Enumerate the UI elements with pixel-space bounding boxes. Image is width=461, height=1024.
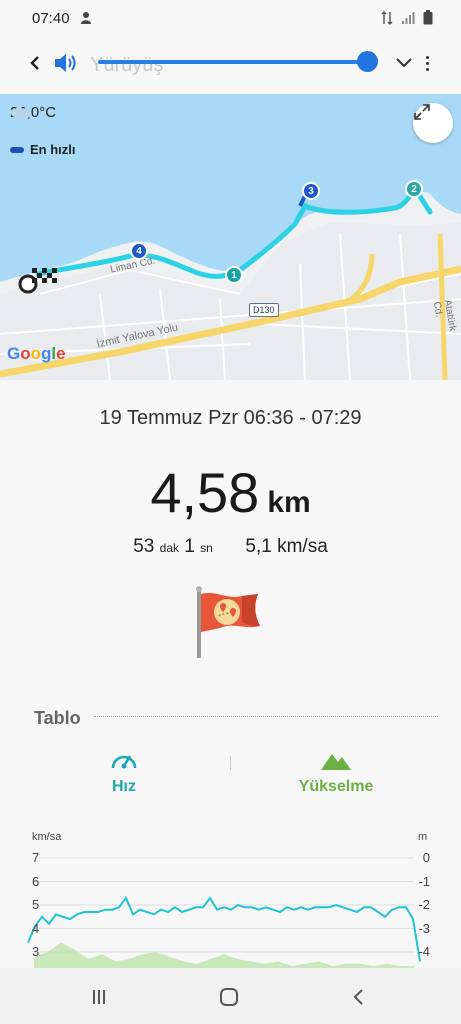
volume-slider-track[interactable] bbox=[98, 60, 370, 64]
notification-icon bbox=[81, 12, 91, 24]
sub-stats: 53 dak 1 sn 5,1 km/sa bbox=[0, 536, 461, 558]
back-arrow-icon bbox=[30, 56, 39, 70]
legend-label: En hızlı bbox=[30, 142, 76, 157]
right-tick-label: -3 bbox=[418, 920, 430, 936]
duration-seconds-unit: sn bbox=[200, 541, 213, 555]
more-options-button[interactable] bbox=[420, 50, 434, 76]
table-section-title: Tablo bbox=[34, 708, 81, 728]
right-tick-label: -4 bbox=[418, 944, 430, 959]
weather-info: 23,0°C bbox=[10, 104, 56, 121]
home-button[interactable] bbox=[216, 984, 242, 1010]
duration-minutes: 53 bbox=[133, 536, 155, 557]
volume-button[interactable] bbox=[52, 50, 78, 76]
left-tick-label: 4 bbox=[32, 920, 40, 936]
map-expand-button[interactable] bbox=[413, 103, 453, 143]
tab-speed[interactable]: Hız bbox=[34, 748, 214, 796]
google-attribution: Google bbox=[7, 344, 66, 363]
route-map[interactable]: 23,0°C En hızlı Liman Cd. İzmit Yalova Y… bbox=[0, 94, 461, 380]
legend-swatch bbox=[10, 146, 24, 153]
distance-display: 4,58 km bbox=[0, 460, 461, 525]
right-tick-label: 0 bbox=[422, 850, 430, 865]
status-bar: 07:40 bbox=[0, 0, 461, 38]
tab-elevation[interactable]: Yükselme bbox=[246, 748, 426, 796]
duration-minutes-unit: dak bbox=[159, 541, 179, 555]
route-marker[interactable]: 3 bbox=[302, 182, 320, 200]
volume-icon bbox=[55, 54, 76, 72]
recent-apps-icon bbox=[93, 990, 105, 1004]
speedometer-icon bbox=[111, 755, 137, 769]
nav-back-icon bbox=[353, 989, 363, 1005]
tab-label: Hız bbox=[112, 778, 136, 795]
battery-icon bbox=[423, 10, 433, 25]
chart-plot bbox=[27, 857, 421, 970]
finish-flag-icon bbox=[18, 268, 57, 294]
average-speed: 5,1 km/sa bbox=[245, 536, 328, 557]
tab-separator bbox=[230, 756, 231, 770]
app-header: Yürüyüş bbox=[0, 38, 461, 90]
home-icon bbox=[220, 988, 238, 1006]
right-tick-label: -1 bbox=[418, 873, 430, 889]
route-flag-icon[interactable] bbox=[192, 586, 268, 660]
chevron-down-icon bbox=[396, 58, 412, 68]
tab-label: Yükselme bbox=[298, 778, 374, 795]
road-badge: D130 bbox=[249, 303, 279, 317]
map-legend: En hızlı bbox=[10, 142, 76, 157]
system-nav-bar bbox=[0, 968, 461, 1024]
cloud-icon bbox=[12, 106, 32, 117]
route-marker[interactable]: 4 bbox=[130, 242, 148, 260]
status-time: 07:40 bbox=[32, 10, 70, 27]
volume-slider-thumb[interactable] bbox=[357, 51, 378, 72]
back-button[interactable] bbox=[22, 50, 48, 76]
mountain-icon bbox=[321, 754, 351, 770]
chart-tabs: Hız Yükselme bbox=[0, 748, 461, 808]
right-tick-label: -2 bbox=[418, 897, 430, 912]
speed-elevation-chart: km/sa m 765430-1-2-3-4-5 bbox=[22, 826, 440, 983]
more-vert-icon bbox=[425, 55, 429, 59]
route-marker[interactable]: 2 bbox=[405, 180, 423, 198]
route-marker[interactable]: 1 bbox=[225, 266, 243, 284]
map-canvas bbox=[0, 94, 461, 380]
fullscreen-icon bbox=[414, 104, 430, 120]
left-tick-label: 6 bbox=[32, 873, 40, 889]
section-divider bbox=[94, 716, 438, 717]
left-tick-label: 5 bbox=[32, 897, 40, 912]
nav-back-button[interactable] bbox=[345, 984, 371, 1010]
page-title: Yürüyüş bbox=[90, 54, 164, 76]
collapse-volume-button[interactable] bbox=[392, 50, 416, 74]
distance-value: 4,58 bbox=[150, 461, 260, 524]
duration-seconds: 1 bbox=[184, 536, 195, 557]
left-tick-label: 3 bbox=[32, 944, 40, 959]
recent-apps-button[interactable] bbox=[86, 984, 112, 1010]
distance-unit: km bbox=[267, 486, 311, 519]
data-arrows-icon bbox=[381, 10, 393, 25]
elevation-area bbox=[34, 942, 414, 970]
workout-date-range: 19 Temmuz Pzr 06:36 - 07:29 bbox=[99, 407, 362, 429]
left-tick-label: 7 bbox=[32, 850, 40, 865]
signal-icon bbox=[402, 11, 415, 24]
